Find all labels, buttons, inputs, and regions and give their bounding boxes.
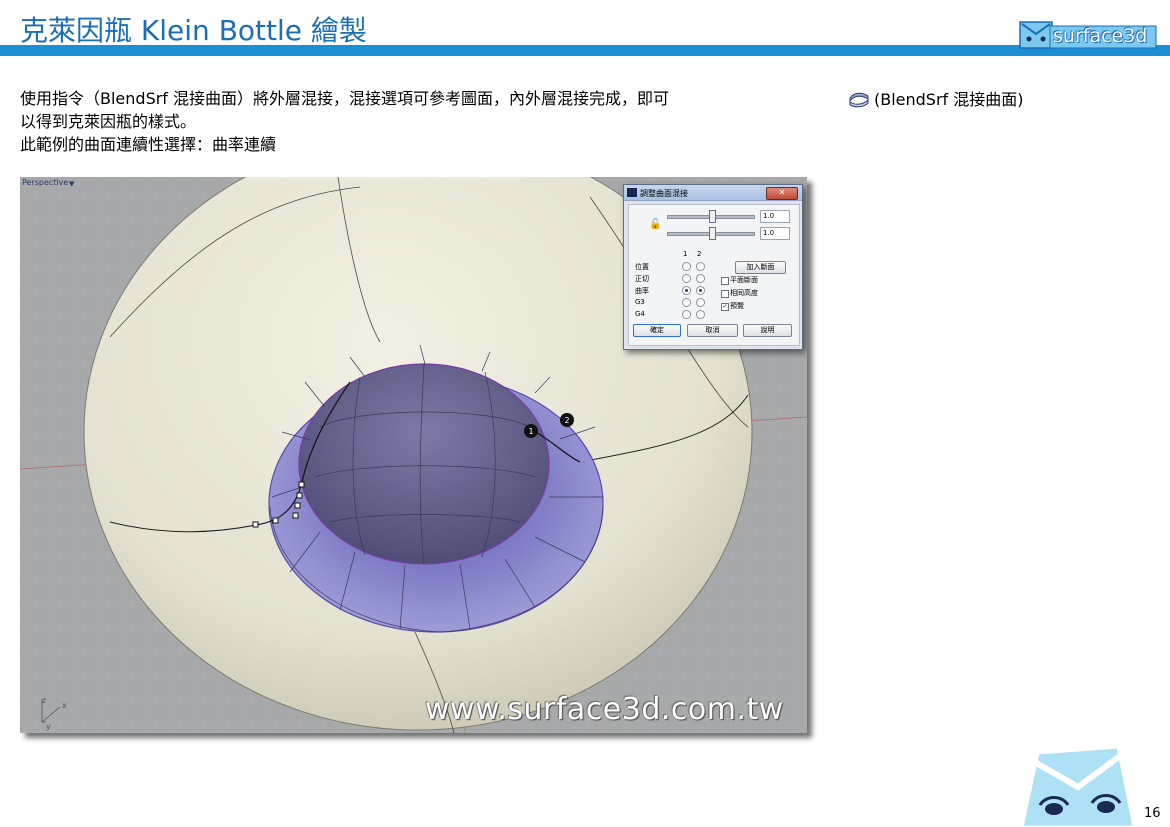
command-reference: (BlendSrf 混接曲面) (848, 89, 1024, 111)
instruction-paragraph: 使用指令（BlendSrf 混接曲面）將外層混接，混接選項可參考圖面，內外層混接… (20, 87, 820, 156)
title-underline-bar (0, 45, 1170, 56)
tangency-radio-2[interactable] (696, 274, 705, 283)
viewport-menu-icon[interactable]: ▼ (69, 180, 74, 188)
slider-thumb[interactable] (709, 210, 716, 223)
column-header-2: 2 (697, 250, 702, 258)
axis-z-label: z (42, 696, 47, 705)
g4-radio-1[interactable] (682, 310, 691, 319)
cancel-button[interactable]: 取消 (687, 324, 738, 337)
checkbox-label: 平面斷面 (730, 276, 758, 284)
slider-thumb[interactable] (709, 227, 716, 240)
checkbox-label: 預覽 (730, 302, 744, 310)
help-button[interactable]: 說明 (743, 324, 792, 337)
g4-radio-2[interactable] (696, 310, 705, 319)
continuity-label: 位置 (635, 263, 649, 271)
point-marker-label: 2 (564, 416, 569, 425)
position-radio-1[interactable] (682, 262, 691, 271)
position-radio-2[interactable] (696, 262, 705, 271)
point-marker-1: 1 (524, 424, 538, 438)
column-header-1: 1 (683, 250, 688, 258)
bulge-slider-1[interactable] (667, 210, 755, 223)
adjust-blend-dialog[interactable]: 調整曲面混接 ✕ 🔓 1.0 1.0 1 2 位置 正切 曲率 G3 G4 加入… (623, 184, 803, 350)
g3-radio-1[interactable] (682, 298, 691, 307)
curvature-radio-2[interactable] (696, 286, 705, 295)
logo-text: surface3d (1053, 25, 1148, 47)
continuity-label: G3 (635, 298, 645, 306)
dialog-titlebar[interactable]: 調整曲面混接 ✕ (624, 185, 802, 201)
axis-x-label: x (62, 701, 67, 710)
g3-radio-2[interactable] (696, 298, 705, 307)
inner-surface[interactable] (298, 363, 550, 565)
preview-checkbox[interactable]: ✓ (721, 303, 729, 311)
bulge-value-2[interactable]: 1.0 (760, 227, 790, 240)
dialog-body: 🔓 1.0 1.0 1 2 位置 正切 曲率 G3 G4 加入斷面 平面斷面 相… (628, 204, 800, 346)
same-height-checkbox[interactable] (721, 290, 729, 298)
continuity-label: 正切 (635, 275, 649, 283)
dialog-title: 調整曲面混接 (640, 189, 688, 198)
blend-surface-icon (849, 92, 869, 108)
instruction-line: 以得到克萊因瓶的樣式。 (20, 112, 197, 131)
instruction-line: 此範例的曲面連續性選擇：曲率連續 (20, 135, 277, 154)
watermark: www.surface3d.com.tw (425, 692, 784, 727)
viewport-title[interactable]: Perspective (22, 178, 68, 187)
command-reference-text: (BlendSrf 混接曲面) (874, 90, 1024, 109)
bulge-value-1[interactable]: 1.0 (760, 210, 790, 223)
planar-sections-checkbox[interactable] (721, 277, 729, 285)
continuity-label: 曲率 (635, 287, 649, 295)
tangency-radio-1[interactable] (682, 274, 691, 283)
page-number: 16 (1144, 806, 1161, 821)
point-marker-2: 2 (560, 413, 574, 427)
ok-button[interactable]: 確定 (633, 324, 681, 337)
instruction-line: 使用指令（BlendSrf 混接曲面）將外層混接，混接選項可參考圖面，內外層混接… (20, 89, 670, 108)
continuity-label: G4 (635, 310, 645, 318)
checkbox-label: 相同高度 (730, 289, 758, 297)
rhino-app-icon (627, 188, 637, 197)
page-title: 克萊因瓶 Klein Bottle 繪製 (20, 14, 367, 47)
bulge-slider-2[interactable] (667, 227, 755, 240)
perspective-viewport[interactable]: 1 2 Perspective ▼ z x y www.surface3d.co… (20, 177, 807, 733)
dialog-close-button[interactable]: ✕ (766, 187, 798, 200)
lock-icon[interactable]: 🔓 (649, 219, 661, 230)
point-marker-label: 1 (528, 427, 533, 436)
axis-y-label: y (46, 722, 51, 731)
curvature-radio-1[interactable] (682, 286, 691, 295)
add-shape-button[interactable]: 加入斷面 (735, 261, 786, 274)
mascot-logo-icon (1020, 745, 1136, 827)
